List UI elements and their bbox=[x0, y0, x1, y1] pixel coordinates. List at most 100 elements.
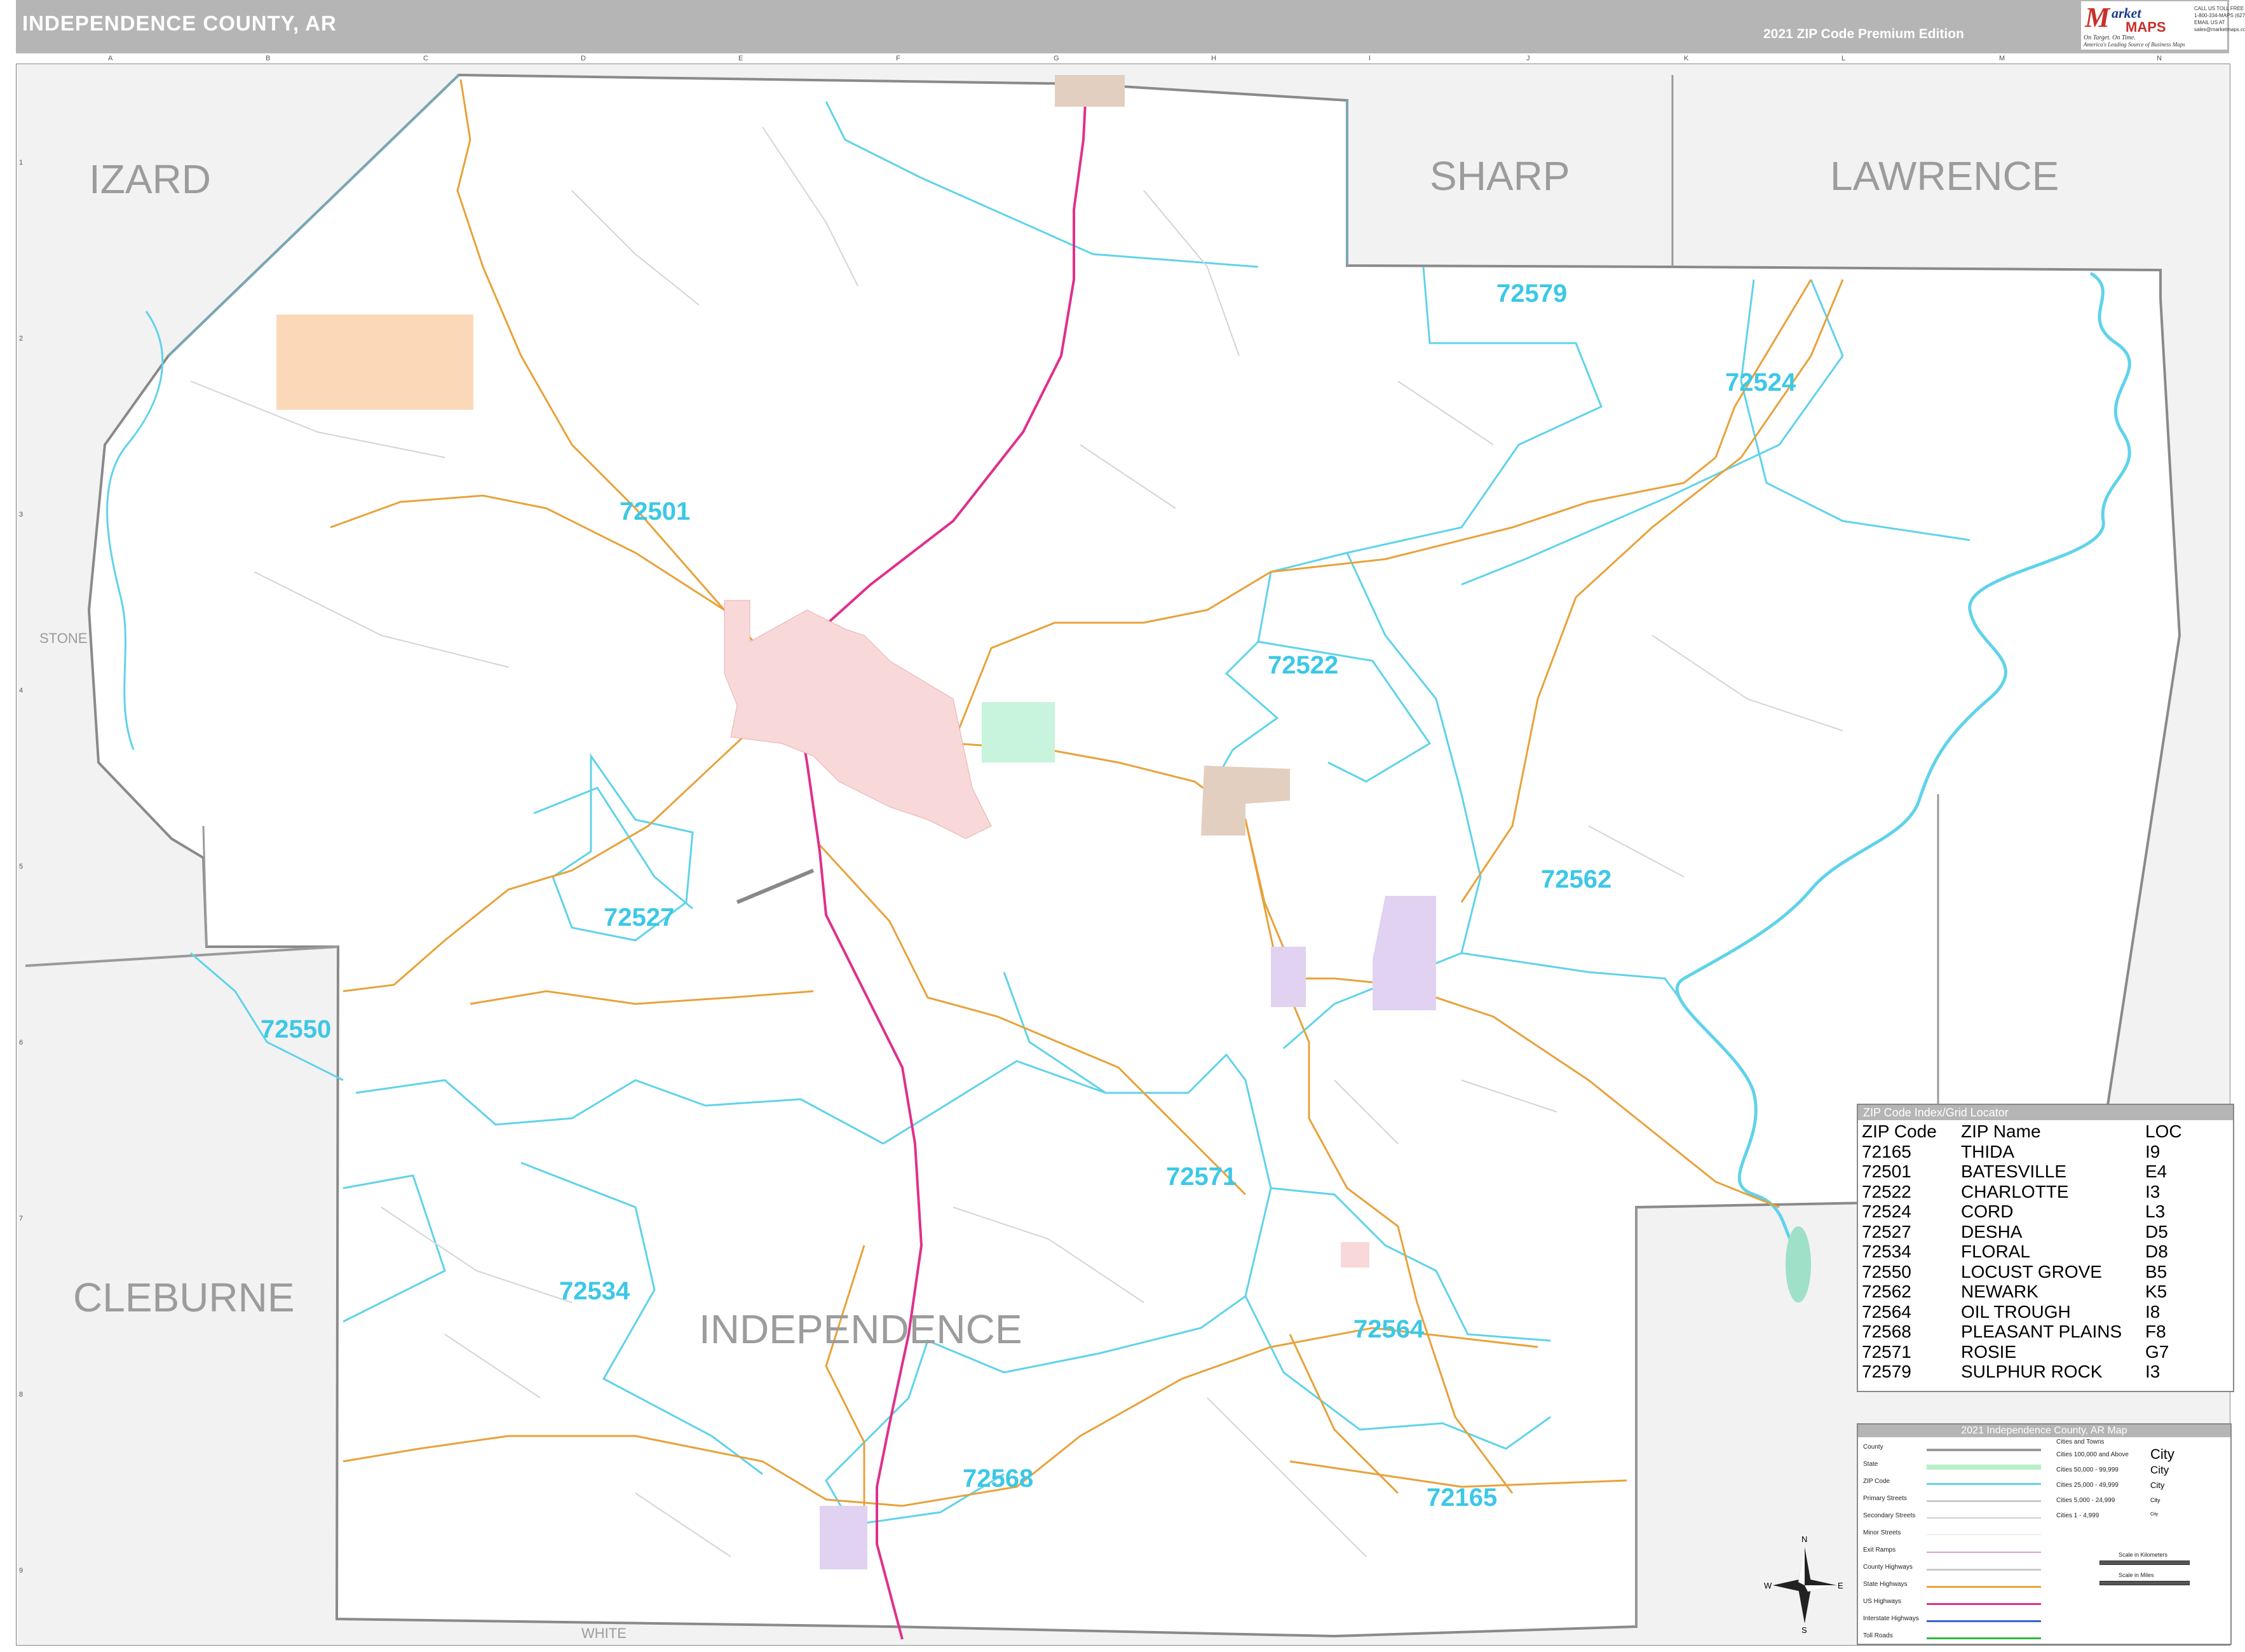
zip-cell: 72571 bbox=[1862, 1341, 1911, 1362]
compass-w: W bbox=[1764, 1581, 1772, 1590]
loc-cell: D8 bbox=[2145, 1242, 2168, 1261]
county-label-stone: STONE bbox=[39, 630, 88, 646]
col-header: LOC bbox=[2145, 1121, 2182, 1141]
grid-col-e: E bbox=[738, 55, 743, 62]
oil-trough-area bbox=[1271, 947, 1306, 1007]
zip-cell: 72568 bbox=[1862, 1322, 1911, 1341]
legend-swatch-interstate bbox=[1927, 1620, 2041, 1622]
legend-city-sample: City bbox=[2150, 1512, 2159, 1517]
zip-cell: 72550 bbox=[1862, 1261, 1911, 1282]
name-cell: THIDA bbox=[1961, 1141, 2014, 1161]
zip-cell: 72562 bbox=[1862, 1282, 1911, 1301]
newark-area bbox=[1373, 896, 1436, 1010]
grid-row-3: 3 bbox=[19, 511, 24, 518]
loc-cell: D5 bbox=[2145, 1221, 2168, 1242]
grid-col-a: A bbox=[108, 55, 113, 62]
table-row: 72501 BATESVILLE E4 bbox=[1862, 1161, 2221, 1182]
loc-cell: I3 bbox=[2145, 1181, 2160, 1202]
map-legend: 2021 Independence County, AR Map County … bbox=[1857, 1423, 2232, 1645]
name-cell: CORD bbox=[1961, 1202, 2014, 1221]
scale-mi-label: Scale in Miles bbox=[2119, 1572, 2154, 1578]
name-cell: SULPHUR ROCK bbox=[1961, 1362, 2103, 1381]
table-row: 72165 THIDA I9 bbox=[1862, 1142, 2221, 1162]
zip-label-72579: 72579 bbox=[1496, 280, 1568, 308]
table-row: 72571 ROSIE G7 bbox=[1862, 1342, 2221, 1362]
zip-label-72527: 72527 bbox=[604, 904, 675, 931]
table-row: 72524 CORD L3 bbox=[1862, 1202, 2221, 1222]
grid-row-6: 6 bbox=[19, 1039, 24, 1046]
name-cell: CHARLOTTE bbox=[1961, 1181, 2069, 1202]
name-cell: NEWARK bbox=[1961, 1282, 2038, 1301]
legend-swatch-county-hwy bbox=[1927, 1569, 2041, 1571]
compass-s: S bbox=[1801, 1625, 1807, 1635]
legend-city-sample: City bbox=[2150, 1446, 2174, 1462]
name-cell: LOCUST GROVE bbox=[1961, 1261, 2102, 1282]
zip-index-table: ZIP Code ZIP Name LOC 72165 THIDA I9 72501… bbox=[1862, 1121, 2221, 1382]
legend-item: Secondary Streets bbox=[1863, 1512, 1916, 1519]
county-boundary-cleburne bbox=[25, 945, 339, 967]
legend-item: Primary Streets bbox=[1863, 1495, 1907, 1502]
grid-row-7: 7 bbox=[19, 1215, 24, 1222]
grid-row-1: 1 bbox=[19, 159, 24, 166]
col-header: ZIP Name bbox=[1961, 1121, 2041, 1141]
grid-row-9: 9 bbox=[19, 1567, 24, 1574]
zip-label-72564: 72564 bbox=[1353, 1315, 1425, 1343]
zip-cell: 72579 bbox=[1862, 1362, 1911, 1381]
legend-swatch-secondary bbox=[1927, 1517, 2041, 1519]
grid-col-m: M bbox=[1999, 55, 2005, 62]
zip-cell: 72524 bbox=[1862, 1202, 1911, 1221]
grid-col-f: F bbox=[896, 55, 900, 62]
zip-cell: 72501 bbox=[1862, 1161, 1911, 1181]
zip-label-72165: 72165 bbox=[1427, 1484, 1498, 1512]
zip-cell: 72522 bbox=[1862, 1181, 1911, 1202]
loc-cell: B5 bbox=[2145, 1261, 2167, 1282]
legend-item: Minor Streets bbox=[1863, 1529, 1901, 1536]
legend-item: Exit Ramps bbox=[1863, 1547, 1896, 1554]
legend-city-class: Cities 100,000 and Above bbox=[2056, 1451, 2129, 1458]
name-cell: OIL TROUGH bbox=[1961, 1301, 2071, 1322]
sulphur-rock-area bbox=[982, 702, 1055, 762]
zip-cell: 72527 bbox=[1862, 1221, 1911, 1242]
legend-city-sample: City bbox=[2150, 1497, 2160, 1503]
county-label-cleburne: CLEBURNE bbox=[73, 1275, 295, 1320]
zip-label-72562: 72562 bbox=[1541, 865, 1612, 893]
name-cell: DESHA bbox=[1961, 1221, 2023, 1242]
legend-swatch-toll bbox=[1927, 1637, 2041, 1639]
zip-cell: 72564 bbox=[1862, 1301, 1911, 1322]
legend-swatch-minor bbox=[1927, 1534, 2041, 1535]
grid-row-8: 8 bbox=[19, 1391, 24, 1398]
county-label-izard: IZARD bbox=[89, 156, 211, 202]
map-canvas[interactable] bbox=[0, 0, 2245, 1652]
county-label-sharp: SHARP bbox=[1430, 153, 1570, 199]
table-row: 72527 DESHA D5 bbox=[1862, 1222, 2221, 1242]
name-cell: PLEASANT PLAINS bbox=[1961, 1322, 2122, 1341]
zip-label-72501: 72501 bbox=[620, 498, 691, 525]
loc-cell: I3 bbox=[2145, 1362, 2160, 1381]
zip-label-72568: 72568 bbox=[963, 1465, 1034, 1493]
table-row: 72579 SULPHUR ROCK I3 bbox=[1862, 1362, 2221, 1382]
legend-item: US Highways bbox=[1863, 1598, 1902, 1605]
grid-col-c: C bbox=[423, 55, 428, 62]
legend-item: Interstate Highways bbox=[1863, 1615, 1919, 1622]
zip-label-72571: 72571 bbox=[1166, 1163, 1237, 1191]
legend-cities-title: Cities and Towns bbox=[2056, 1439, 2105, 1446]
county-label-lawrence: LAWRENCE bbox=[1830, 153, 2059, 199]
legend-swatch-primary bbox=[1927, 1500, 2041, 1502]
name-cell: ROSIE bbox=[1961, 1341, 2017, 1362]
zip-cell: 72165 bbox=[1862, 1141, 1911, 1161]
scale-mi-bar bbox=[2099, 1581, 2190, 1585]
cushman-city-area bbox=[276, 315, 473, 410]
county-label-independence: INDEPENDENCE bbox=[699, 1306, 1022, 1352]
zip-label-72550: 72550 bbox=[261, 1015, 332, 1043]
zip-index-title: ZIP Code Index/Grid Locator bbox=[1858, 1105, 2233, 1120]
grid-row-4: 4 bbox=[19, 687, 24, 694]
legend-city-sample: City bbox=[2150, 1464, 2169, 1476]
loc-cell: K5 bbox=[2145, 1282, 2167, 1301]
grid-col-l: L bbox=[1841, 55, 1846, 62]
table-row: 72564 OIL TROUGH I8 bbox=[1862, 1302, 2221, 1322]
name-cell: BATESVILLE bbox=[1961, 1161, 2067, 1181]
compass-icon bbox=[1773, 1547, 1836, 1623]
table-row: 72534 FLORAL D8 bbox=[1862, 1242, 2221, 1262]
independence-county-area bbox=[87, 73, 2181, 1638]
legend-title: 2021 Independence County, AR Map bbox=[1858, 1425, 2230, 1437]
